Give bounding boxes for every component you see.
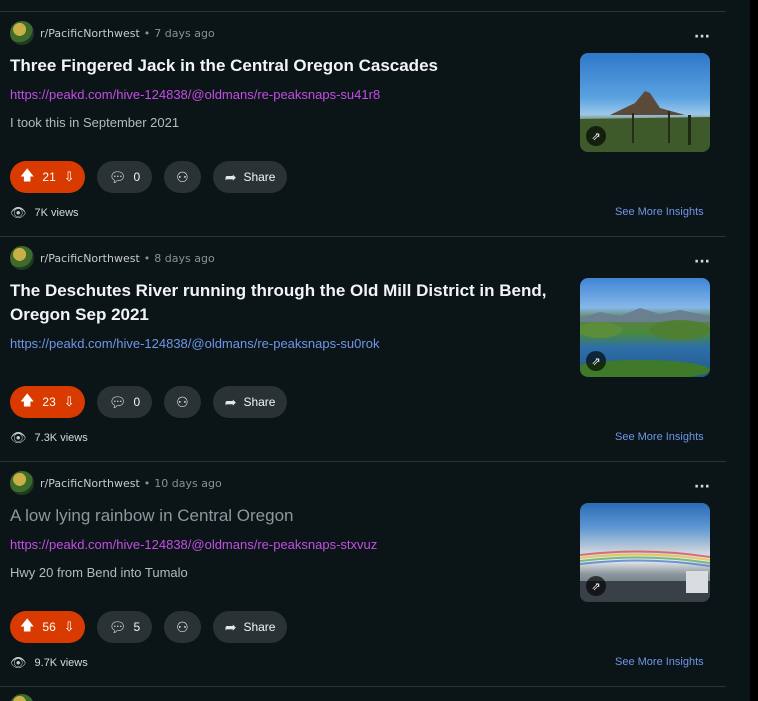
comment-icon: 💬︎ [108,618,127,635]
post-card[interactable]: r/PacificNorthwest • 10 days ago ··· A l… [0,462,726,687]
post-meta: r/PacificNorthwest • 10 days ago [10,471,222,495]
share-icon: ➦ [224,168,237,185]
share-icon: ➦ [224,618,237,635]
downvote-icon[interactable]: ⇩ [64,394,75,410]
comments-button[interactable]: 💬︎ 0 [96,386,153,418]
more-options-icon[interactable]: ··· [694,30,710,44]
comments-button[interactable]: 💬︎ 0 [96,161,153,193]
subreddit-name[interactable]: r/PacificNorthwest [40,477,140,490]
post-link[interactable]: https://peakd.com/hive-124838/@oldmans/r… [10,87,380,102]
share-button[interactable]: ➦ Share [212,161,288,193]
post-body: Hwy 20 from Bend into Tumalo [10,565,188,580]
post-link[interactable]: https://peakd.com/hive-124838/@oldmans/r… [10,336,379,351]
external-link-icon[interactable]: ⇗ [586,576,606,596]
view-count: 👁︎ 9.7K views [10,655,88,671]
post-title[interactable]: The Deschutes River running through the … [10,279,560,327]
view-count: 👁︎ 7.3K views [10,430,88,446]
external-link-icon[interactable]: ⇗ [586,126,606,146]
share-label: Share [243,620,276,634]
post-time: 10 days ago [154,476,222,490]
see-more-insights-link[interactable]: See More Insights [615,656,704,668]
comment-count: 0 [133,170,141,184]
view-count: 👁︎ 7K views [10,205,79,221]
share-label: Share [243,395,276,409]
post-actions: 🡅 56 ⇩ 💬︎ 5 ⚇ ➦ Share [10,611,288,643]
views-text: 7K views [34,207,79,219]
external-link-icon[interactable]: ⇗ [586,351,606,371]
eye-icon: 👁︎ [10,655,27,670]
views-text: 9.7K views [34,657,88,669]
separator-dot: • [143,251,151,265]
post-card[interactable]: r/PacificNorthwest • 7 days ago ··· Thre… [0,12,726,237]
comment-count: 5 [133,620,141,634]
upvote-icon[interactable]: 🡅 [20,615,34,639]
subreddit-name[interactable]: r/PacificNorthwest [40,27,140,40]
post-thumbnail[interactable]: ⇗ [580,278,710,377]
see-more-insights-link[interactable]: See More Insights [615,431,704,443]
next-post-avatar [10,694,34,701]
upvote-icon[interactable]: 🡅 [20,165,34,189]
subreddit-avatar[interactable] [10,246,34,270]
post-card[interactable]: r/PacificNorthwest • 8 days ago ··· The … [0,237,726,462]
comment-count: 0 [133,395,141,409]
award-button[interactable]: ⚇ [164,161,201,193]
post-thumbnail[interactable]: ⇗ [580,503,710,602]
post-time: 8 days ago [154,251,215,265]
post-actions: 🡅 23 ⇩ 💬︎ 0 ⚇ ➦ Share [10,386,288,418]
subreddit-avatar[interactable] [10,471,34,495]
upvote-icon[interactable]: 🡅 [20,390,34,414]
views-text: 7.3K views [34,432,88,444]
award-button[interactable]: ⚇ [164,611,201,643]
award-icon: ⚇ [176,168,189,185]
vote-control: 🡅 21 ⇩ [10,161,85,193]
scrollbar-track[interactable] [750,0,758,701]
comment-icon: 💬︎ [108,393,127,410]
share-icon: ➦ [224,393,237,410]
separator-dot: • [143,26,151,40]
vote-count: 21 [42,170,56,184]
post-thumbnail[interactable]: ⇗ [580,53,710,152]
more-options-icon[interactable]: ··· [694,255,710,269]
post-meta: r/PacificNorthwest • 8 days ago [10,246,215,270]
comments-button[interactable]: 💬︎ 5 [96,611,153,643]
downvote-icon[interactable]: ⇩ [64,619,75,635]
post-title[interactable]: Three Fingered Jack in the Central Orego… [10,54,560,78]
post-body: I took this in September 2021 [10,115,180,130]
share-button[interactable]: ➦ Share [212,386,288,418]
separator-dot: • [143,476,151,490]
post-meta: r/PacificNorthwest • 7 days ago [10,21,215,45]
post-actions: 🡅 21 ⇩ 💬︎ 0 ⚇ ➦ Share [10,161,288,193]
post-title[interactable]: A low lying rainbow in Central Oregon [10,504,560,528]
downvote-icon[interactable]: ⇩ [64,169,75,185]
vote-count: 56 [42,620,56,634]
more-options-icon[interactable]: ··· [694,480,710,494]
subreddit-name[interactable]: r/PacificNorthwest [40,252,140,265]
subreddit-avatar[interactable] [10,21,34,45]
share-button[interactable]: ➦ Share [212,611,288,643]
award-icon: ⚇ [176,618,189,635]
comment-icon: 💬︎ [108,168,127,185]
award-icon: ⚇ [176,393,189,410]
post-time: 7 days ago [154,26,215,40]
see-more-insights-link[interactable]: See More Insights [615,206,704,218]
eye-icon: 👁︎ [10,430,27,445]
share-label: Share [243,170,276,184]
post-link[interactable]: https://peakd.com/hive-124838/@oldmans/r… [10,537,377,552]
vote-control: 🡅 56 ⇩ [10,611,85,643]
vote-control: 🡅 23 ⇩ [10,386,85,418]
award-button[interactable]: ⚇ [164,386,201,418]
vote-count: 23 [42,395,56,409]
eye-icon: 👁︎ [10,205,27,220]
